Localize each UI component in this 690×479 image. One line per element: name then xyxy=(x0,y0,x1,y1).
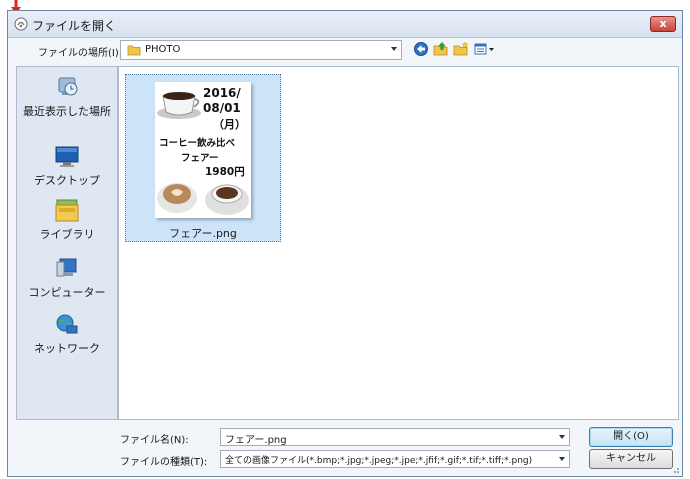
file-thumbnail: 2016/ 08/01 （月） コーヒー飲み比べ フェアー 1980円 xyxy=(155,82,251,218)
folder-icon xyxy=(127,45,141,56)
thumbnail-price: 1980円 xyxy=(205,166,245,178)
filename-value: フェアー.png xyxy=(225,435,287,446)
recent-places-icon xyxy=(58,77,78,96)
computer-icon xyxy=(56,258,77,277)
open-button[interactable]: 開く(O) xyxy=(589,427,673,447)
thumbnail-title: コーヒー飲み比べ xyxy=(159,138,236,149)
filename-label: ファイル名(N): xyxy=(120,435,189,446)
thumbnail-date-year: 2016/ xyxy=(203,86,241,100)
file-item[interactable]: 2016/ 08/01 （月） コーヒー飲み比べ フェアー 1980円 フェアー… xyxy=(125,74,281,242)
chevron-down-icon[interactable] xyxy=(391,47,397,51)
place-label: 最近表示した場所 xyxy=(23,105,111,118)
file-list[interactable]: 2016/ 08/01 （月） コーヒー飲み比べ フェアー 1980円 フェアー… xyxy=(118,66,679,420)
open-file-dialog: ファイルを開く x ファイルの場所(I): PHOTO 最近表示した場所 デスク… xyxy=(7,10,683,477)
place-label: ネットワーク xyxy=(34,342,100,355)
place-libraries[interactable]: ライブラリ xyxy=(17,198,117,254)
filetype-value: 全ての画像ファイル(*.bmp;*.jpg;*.jpeg;*.jpe;*.jfi… xyxy=(225,456,533,466)
file-name-label: フェアー.png xyxy=(169,227,237,240)
thumbnail-weekday: （月） xyxy=(213,118,246,131)
place-label: デスクトップ xyxy=(34,174,100,187)
lookin-dropdown[interactable]: PHOTO xyxy=(120,40,402,60)
place-label: コンピューター xyxy=(28,286,106,299)
close-button[interactable]: x xyxy=(650,16,676,32)
place-recent[interactable]: 最近表示した場所 xyxy=(17,75,117,131)
chevron-down-icon[interactable] xyxy=(559,457,565,461)
new-folder-icon[interactable] xyxy=(453,40,469,58)
resize-grip-icon[interactable] xyxy=(670,464,680,474)
filetype-label: ファイルの種類(T): xyxy=(120,457,208,468)
chevron-down-icon[interactable] xyxy=(559,435,565,439)
thumbnail-subtitle: フェアー xyxy=(181,153,219,164)
desktop-icon xyxy=(55,146,79,167)
lookin-label: ファイルの場所(I): xyxy=(38,48,123,59)
libraries-icon xyxy=(55,199,79,222)
place-network[interactable]: ネットワーク xyxy=(17,312,117,368)
filename-input[interactable]: フェアー.png xyxy=(220,428,570,446)
places-bar: 最近表示した場所 デスクトップ ライブラリ コンピューター ネットワーク xyxy=(16,66,118,420)
window-title: ファイルを開く xyxy=(32,19,117,33)
cancel-button[interactable]: キャンセル xyxy=(589,449,673,469)
views-menu-icon[interactable] xyxy=(474,40,496,58)
place-label: ライブラリ xyxy=(39,228,95,241)
place-computer[interactable]: コンピューター xyxy=(17,256,117,312)
thumbnail-date-day: 08/01 xyxy=(203,101,241,115)
up-folder-icon[interactable] xyxy=(433,40,449,58)
network-icon xyxy=(56,314,78,334)
back-arrow-icon[interactable] xyxy=(413,40,429,58)
place-desktop[interactable]: デスクトップ xyxy=(17,144,117,200)
filetype-dropdown[interactable]: 全ての画像ファイル(*.bmp;*.jpg;*.jpeg;*.jpe;*.jfi… xyxy=(220,450,570,468)
open-file-icon xyxy=(14,17,28,31)
lookin-value: PHOTO xyxy=(145,44,181,55)
title-bar[interactable]: ファイルを開く x xyxy=(8,11,682,38)
